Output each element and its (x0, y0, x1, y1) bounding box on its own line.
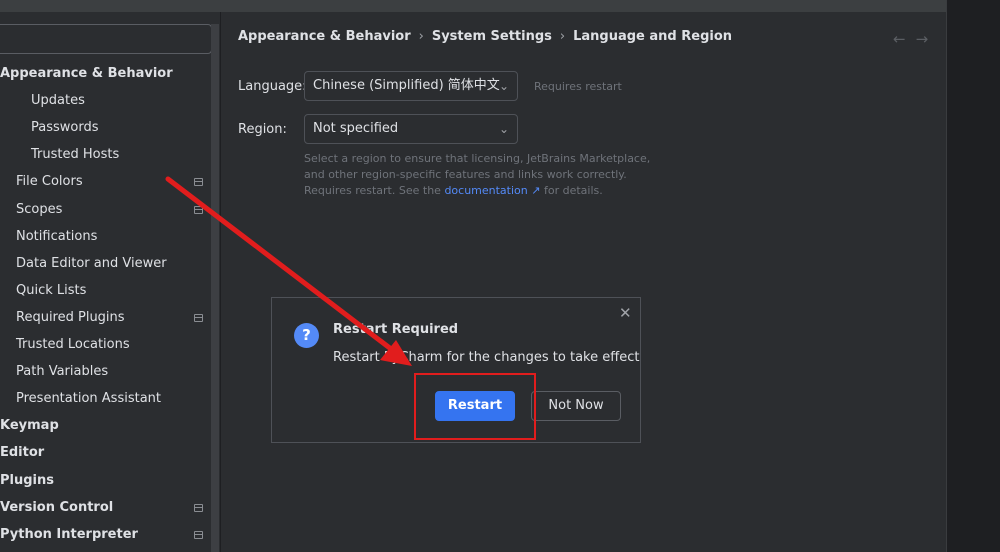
sidebar-item[interactable]: Quick Lists (16, 280, 86, 302)
breadcrumb-separator: › (559, 29, 566, 44)
sidebar-item[interactable]: Scopes (16, 199, 62, 221)
question-icon: ? (294, 323, 319, 348)
chevron-down-icon: ⌄ (498, 122, 509, 136)
region-hint-after: for details. (543, 184, 603, 197)
language-select[interactable]: Chinese (Simplified) 简体中文 ⌄ (304, 71, 518, 101)
breadcrumb-separator: › (418, 29, 424, 44)
not-now-button[interactable]: Not Now (531, 391, 621, 421)
right-edge-panel (946, 0, 1000, 552)
sidebar-item[interactable]: Data Editor and Viewer (16, 253, 167, 275)
documentation-link[interactable]: documentation ↗ (444, 184, 540, 197)
breadcrumb: Appearance & Behavior › System Settings › La… (238, 29, 732, 44)
breadcrumb-system-settings[interactable]: System Settings (432, 29, 552, 44)
sidebar-item[interactable]: Version Control (0, 497, 113, 519)
sidebar-item[interactable]: Passwords (31, 117, 99, 139)
forward-arrow-icon[interactable]: → (916, 30, 939, 48)
region-label: Region: (238, 122, 287, 137)
project-scope-icon (194, 504, 203, 512)
dialog-message: Restart PyCharm for the changes to take … (333, 350, 640, 365)
project-scope-icon (194, 531, 203, 539)
sidebar-item[interactable]: Trusted Hosts (31, 144, 119, 166)
project-scope-icon (194, 206, 203, 214)
requires-restart-note: Requires restart (534, 80, 622, 93)
breadcrumb-language-region: Language and Region (573, 29, 733, 44)
sidebar-item[interactable]: Appearance & Behavior (0, 63, 173, 85)
annotation-highlight-box (414, 373, 536, 440)
sidebar-item[interactable]: Keymap (0, 415, 59, 437)
breadcrumb-appearance[interactable]: Appearance & Behavior (238, 29, 411, 44)
nav-arrows: ←→ (893, 30, 938, 48)
region-select[interactable]: Not specified ⌄ (304, 114, 518, 144)
project-scope-icon (194, 178, 203, 186)
sidebar-item[interactable]: File Colors (16, 171, 83, 193)
close-icon[interactable]: ✕ (619, 304, 632, 322)
language-select-value: Chinese (Simplified) 简体中文 (313, 78, 500, 93)
sidebar-item[interactable]: Path Variables (16, 361, 108, 383)
project-scope-icon (194, 314, 203, 322)
settings-window: Appearance & Behavior Updates Passwords Tru… (0, 0, 1000, 552)
sidebar-item[interactable]: Trusted Locations (16, 334, 130, 356)
region-select-value: Not specified (313, 121, 399, 136)
sidebar-item[interactable]: Plugins (0, 470, 54, 492)
settings-search-input[interactable] (0, 24, 212, 54)
sidebar-item[interactable]: Editor (0, 442, 44, 464)
back-arrow-icon[interactable]: ← (893, 30, 916, 48)
sidebar-item[interactable]: Updates (31, 90, 85, 112)
sidebar-item[interactable]: Presentation Assistant (16, 388, 161, 410)
title-bar (0, 0, 946, 12)
dialog-title: Restart Required (333, 322, 459, 337)
chevron-down-icon: ⌄ (498, 79, 509, 93)
sidebar-item[interactable]: Notifications (16, 226, 97, 248)
sidebar-item[interactable]: Required Plugins (16, 307, 125, 329)
region-hint: Select a region to ensure that licensing… (304, 151, 664, 199)
sidebar-scrollbar[interactable] (211, 24, 219, 552)
language-label: Language: (238, 79, 307, 94)
sidebar-item[interactable]: Python Interpreter (0, 524, 138, 546)
main-panel: Appearance & Behavior › System Settings › La… (220, 12, 946, 552)
settings-sidebar: Appearance & Behavior Updates Passwords Tru… (0, 12, 220, 552)
